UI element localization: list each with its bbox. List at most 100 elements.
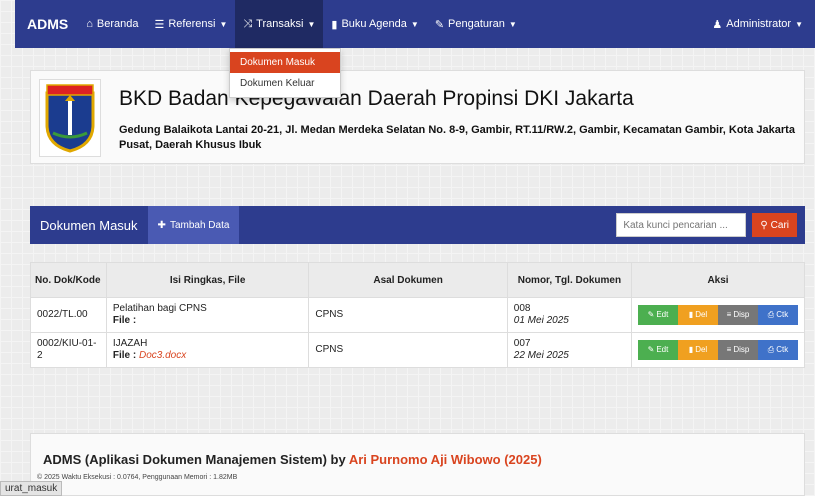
nomor-text: 008 <box>513 303 531 314</box>
cell-kode: 0002/KIU-01-2 <box>30 332 107 368</box>
table-row: 0002/KIU-01-2 IJAZAH File : Doc3.docx CP… <box>30 332 805 368</box>
edit-button[interactable]: ✎ Edt <box>638 305 678 325</box>
footer-author-link[interactable]: Ari Purnomo Aji Wibowo (2025) <box>349 452 542 467</box>
panel-title: Dokumen Masuk <box>40 217 138 233</box>
documents-table: No. Dok/Kode Isi Ringkas, File Asal Doku… <box>30 262 805 368</box>
col-kode[interactable]: No. Dok/Kode <box>30 262 107 298</box>
dropdown-item-dokumen-keluar[interactable]: Dokumen Keluar <box>230 73 340 94</box>
add-data-button[interactable]: ✚ Tambah Data <box>147 206 240 244</box>
file-label: File : <box>112 350 137 361</box>
institution-title: BKD Badan Kepegawaian Daerah Propinsi DK… <box>119 87 634 110</box>
table-row: 0022/TL.00 Pelatihan bagi CPNS File : CP… <box>30 297 805 333</box>
cell-nomor: 007 22 Mei 2025 <box>506 332 633 368</box>
delete-button[interactable]: ▮ Del <box>678 340 718 360</box>
delete-label: Del <box>695 310 708 319</box>
jakarta-emblem-icon <box>45 84 95 153</box>
file-line: File : Doc3.docx <box>113 350 303 362</box>
trash-icon: ▮ <box>688 345 694 354</box>
nav-beranda[interactable]: ⌂ Beranda <box>78 0 146 48</box>
caret-down-icon: ▼ <box>307 19 316 29</box>
print-button[interactable]: ⎙ Ctk <box>758 340 798 360</box>
dki-jakarta-logo <box>39 79 101 157</box>
file-label: File : <box>112 315 137 326</box>
nav-label: Transaksi <box>256 18 304 30</box>
nav-pengaturan[interactable]: ✎ Pengaturan ▼ <box>427 0 525 48</box>
transaksi-dropdown: Dokumen Masuk Dokumen Keluar <box>229 48 341 98</box>
disposition-button[interactable]: ≡ Disp <box>718 340 758 360</box>
cell-asal: CPNS <box>308 332 508 368</box>
disp-label: Disp <box>733 345 750 354</box>
footer-app-name: ADMS (Aplikasi Dokumen Manajemen Sistem)… <box>43 452 346 467</box>
cell-aksi: ✎ Edt ▮ Del ≡ Disp ⎙ Ctk <box>631 332 805 368</box>
caret-down-icon: ▼ <box>410 19 419 29</box>
list-icon: ≡ <box>726 345 732 354</box>
home-icon: ⌂ <box>86 18 93 30</box>
edit-button[interactable]: ✎ Edt <box>638 340 678 360</box>
print-button[interactable]: ⎙ Ctk <box>758 305 798 325</box>
documents-panel-header: Dokumen Masuk ✚ Tambah Data ⚲ Cari <box>30 206 805 244</box>
list-icon: ☰ <box>154 18 165 31</box>
print-icon: ⎙ <box>767 310 775 319</box>
cell-isi: IJAZAH File : Doc3.docx <box>105 332 310 368</box>
edit-label: Edt <box>656 310 669 319</box>
institution-address: Gedung Balaikota Lantai 20-21, Jl. Medan… <box>119 124 795 151</box>
action-group: ✎ Edt ▮ Del ≡ Disp ⎙ Ctk <box>638 305 798 325</box>
nomor-text: 007 <box>513 338 531 349</box>
cell-aksi: ✎ Edt ▮ Del ≡ Disp ⎙ Ctk <box>631 297 805 333</box>
isi-text: IJAZAH <box>112 338 148 349</box>
edit-icon: ✎ <box>647 310 655 319</box>
table-header-row: No. Dok/Kode Isi Ringkas, File Asal Doku… <box>30 262 805 298</box>
col-nomor[interactable]: Nomor, Tgl. Dokumen <box>506 262 633 298</box>
search-icon: ⚲ <box>760 219 768 231</box>
caret-down-icon: ▼ <box>795 19 803 29</box>
footer-meta: © 2025 Waktu Eksekusi : 0.0764, Pengguna… <box>37 474 238 481</box>
trash-icon: ▮ <box>688 310 694 319</box>
book-icon: ▮ <box>331 18 338 31</box>
user-icon: ♟ <box>712 18 723 31</box>
tanggal-text: 22 Mei 2025 <box>513 350 569 361</box>
institution-header: BKD Badan Kepegawaian Daerah Propinsi DK… <box>30 70 805 164</box>
top-navbar: ADMS ⌂ Beranda ☰ Referensi ▼ ⤨ Transaksi… <box>15 0 815 48</box>
shuffle-icon: ⤨ <box>243 17 253 30</box>
delete-button[interactable]: ▮ Del <box>678 305 718 325</box>
cell-isi: Pelatihan bagi CPNS File : <box>105 297 310 333</box>
brand-logo[interactable]: ADMS <box>15 16 78 32</box>
disp-label: Disp <box>733 310 750 319</box>
footer-title: ADMS (Aplikasi Dokumen Manajemen Sistem)… <box>43 452 542 467</box>
col-isi[interactable]: Isi Ringkas, File <box>105 262 310 298</box>
user-menu[interactable]: ♟ Administrator ▼ <box>704 0 815 48</box>
cell-asal: CPNS <box>308 297 508 333</box>
col-aksi: Aksi <box>631 262 805 298</box>
nav-label: Pengaturan <box>448 18 505 30</box>
list-icon: ≡ <box>726 310 732 319</box>
dropdown-item-dokumen-masuk[interactable]: Dokumen Masuk <box>230 52 340 73</box>
isi-text: Pelatihan bagi CPNS <box>112 303 207 314</box>
edit-icon: ✎ <box>647 345 655 354</box>
cell-kode: 0022/TL.00 <box>30 297 107 333</box>
search-input[interactable] <box>616 213 747 237</box>
nav-transaksi[interactable]: ⤨ Transaksi ▼ <box>235 0 324 48</box>
nav-label: Referensi <box>168 18 216 30</box>
nav-buku-agenda[interactable]: ▮ Buku Agenda ▼ <box>323 0 426 48</box>
file-link[interactable]: Doc3.docx <box>139 350 186 361</box>
wrench-icon: ✎ <box>434 18 445 31</box>
tanggal-text: 01 Mei 2025 <box>513 315 569 326</box>
action-group: ✎ Edt ▮ Del ≡ Disp ⎙ Ctk <box>638 340 798 360</box>
nav-referensi[interactable]: ☰ Referensi ▼ <box>146 0 235 48</box>
search-button[interactable]: ⚲ Cari <box>752 213 797 237</box>
add-label: Tambah Data <box>169 219 230 231</box>
disposition-button[interactable]: ≡ Disp <box>718 305 758 325</box>
delete-label: Del <box>695 345 708 354</box>
status-url-tab: urat_masuk <box>0 481 63 496</box>
user-name: Administrator <box>726 18 792 30</box>
print-icon: ⎙ <box>767 345 775 354</box>
page-footer: ADMS (Aplikasi Dokumen Manajemen Sistem)… <box>30 433 805 496</box>
edit-label: Edt <box>656 345 669 354</box>
print-label: Ctk <box>776 310 789 319</box>
caret-down-icon: ▼ <box>219 19 228 29</box>
col-asal[interactable]: Asal Dokumen <box>308 262 508 298</box>
search-label: Cari <box>770 219 789 231</box>
nav-label: Buku Agenda <box>341 18 407 30</box>
print-label: Ctk <box>776 345 789 354</box>
nav-label: Beranda <box>96 18 139 30</box>
